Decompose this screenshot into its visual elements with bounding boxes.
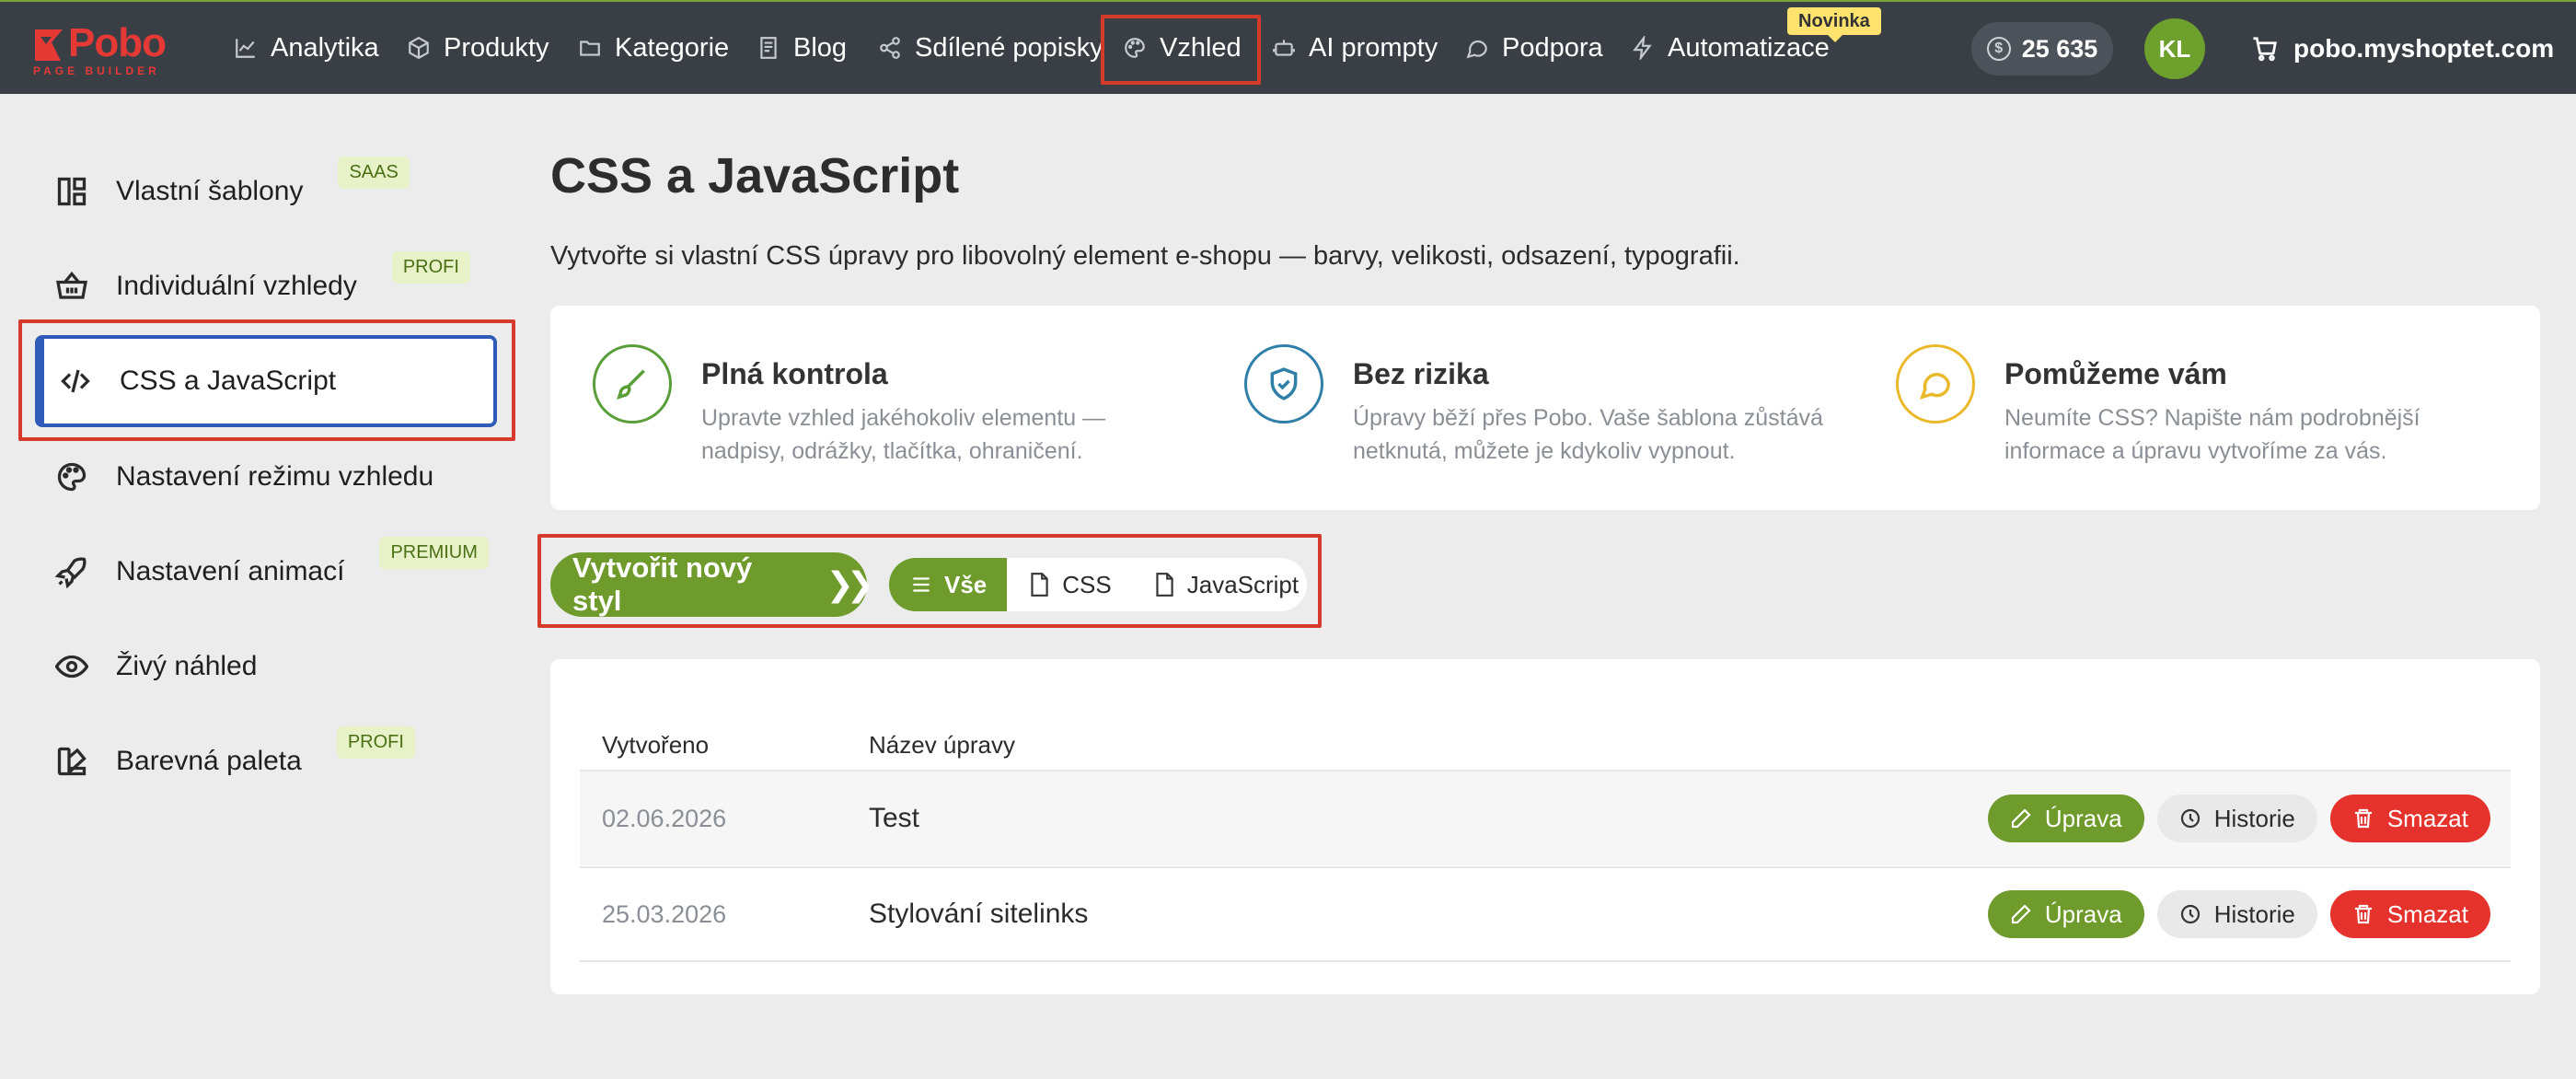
row-actions: Úprava Historie Smazat	[1987, 795, 2490, 842]
page-title: CSS a JavaScript	[550, 148, 960, 203]
history-button[interactable]: Historie	[2156, 890, 2317, 938]
feature-text: Úpravy běží přes Pobo. Vaše šablona zůst…	[1353, 405, 1823, 464]
clock-icon	[2180, 904, 2200, 924]
coin-icon: $	[1986, 37, 2011, 61]
edit-button[interactable]: Úprava	[1987, 890, 2144, 938]
eye-icon	[55, 655, 88, 679]
nav-item-kategorie[interactable]: Kategorie	[578, 22, 729, 74]
styles-table: Vytvořeno Název úpravy 02.06.2026 Test Ú…	[550, 659, 2540, 994]
profi-badge: PROFI	[336, 726, 415, 759]
row-actions: Úprava Historie Smazat	[1987, 890, 2490, 938]
row-name: Test	[869, 803, 920, 833]
sidebar-item-nastaveni-animaci[interactable]: Nastavení animací PREMIUM	[35, 528, 497, 616]
edit-button[interactable]: Úprava	[1987, 795, 2144, 842]
row-date: 25.03.2026	[602, 899, 727, 928]
create-style-button[interactable]: Vytvořit nový styl ❯❯	[550, 551, 874, 617]
chart-line-icon	[236, 39, 255, 58]
filter-css[interactable]: CSS	[1007, 558, 1131, 611]
feature-no-risk: Bez rizika Úpravy běží přes Pobo. Vaše š…	[1202, 344, 1828, 482]
swatch-icon	[57, 747, 87, 776]
box-icon	[409, 36, 429, 60]
trash-icon	[2354, 904, 2372, 924]
logo-word: Pobo	[68, 20, 167, 65]
feature-title: Bez rizika	[1353, 357, 1489, 390]
page-description: Vytvořte si vlastní CSS úpravy pro libov…	[550, 241, 1740, 271]
feature-text: Upravte vzhled jakéhokoliv elementu — na…	[701, 405, 1106, 464]
delete-button[interactable]: Smazat	[2329, 795, 2490, 842]
shop-link[interactable]: pobo.myshoptet.com	[2251, 22, 2554, 75]
premium-badge: PREMIUM	[379, 537, 489, 569]
css-file-icon	[1031, 573, 1048, 597]
bolt-icon	[1633, 36, 1652, 60]
pencil-icon	[2011, 904, 2031, 924]
robot-icon	[1273, 40, 1295, 56]
table-row: 25.03.2026 Stylování sitelinks Úprava Hi…	[580, 866, 2511, 962]
filter-group: Vše CSS JavaScript	[889, 558, 1307, 611]
nav-item-blog[interactable]: Blog	[757, 22, 847, 74]
feature-title: Plná kontrola	[701, 357, 888, 390]
feature-title: Pomůžeme vám	[2004, 357, 2227, 390]
filter-javascript[interactable]: JavaScript	[1132, 558, 1307, 611]
row-name: Stylování sitelinks	[869, 899, 1089, 929]
top-navigation: Pobo PAGE BUILDER Analytika Produkty Kat…	[0, 0, 2576, 94]
sidebar-item-zivy-nahled[interactable]: Živý náhled	[35, 622, 497, 711]
history-button[interactable]: Historie	[2156, 795, 2317, 842]
document-icon	[760, 37, 777, 59]
chat-bubble-icon	[1896, 344, 1975, 423]
user-avatar[interactable]: KL	[2144, 18, 2205, 79]
saas-badge: SAAS	[338, 157, 410, 189]
folder-icon	[580, 41, 600, 56]
vzhled-highlight-frame	[1101, 15, 1261, 85]
css-js-highlight-frame	[18, 319, 515, 441]
clock-icon	[2180, 808, 2200, 829]
logo-mark-icon	[35, 29, 63, 61]
nav-item-sdilene-popisky[interactable]: Sdílené popisky	[878, 22, 1103, 74]
column-created: Vytvořeno	[602, 731, 710, 759]
pencil-icon	[2011, 808, 2031, 829]
features-card: Plná kontrola Upravte vzhled jakéhokoliv…	[550, 306, 2540, 510]
new-badge: Novinka	[1787, 7, 1881, 42]
feature-full-control: Plná kontrola Upravte vzhled jakéhokoliv…	[550, 344, 1176, 482]
sidebar-item-individualni-vzhledy[interactable]: Individuální vzhledy PROFI	[35, 242, 497, 331]
column-name: Název úpravy	[869, 731, 1015, 759]
palette-icon	[57, 462, 87, 492]
nav-item-ai-prompty[interactable]: AI prompty	[1272, 22, 1438, 74]
brush-icon	[593, 344, 672, 423]
chat-icon	[1466, 40, 1487, 59]
layout-icon	[57, 177, 87, 206]
credits-pill[interactable]: $ 25 635	[1971, 22, 2113, 75]
shop-domain: pobo.myshoptet.com	[2293, 34, 2555, 63]
feature-we-help: Pomůžeme vám Neumíte CSS? Napište nám po…	[1854, 344, 2479, 482]
js-file-icon	[1156, 573, 1173, 597]
nav-item-podpora[interactable]: Podpora	[1465, 22, 1603, 74]
delete-button[interactable]: Smazat	[2329, 890, 2490, 938]
profi-badge: PROFI	[391, 251, 470, 284]
feature-text: Neumíte CSS? Napište nám podrobnější inf…	[2004, 405, 2420, 464]
cart-icon	[2253, 37, 2277, 62]
sidebar-item-vlastni-sablony[interactable]: Vlastní šablony SAAS	[35, 147, 497, 236]
trash-icon	[2354, 808, 2372, 829]
logo-subtitle: PAGE BUILDER	[33, 64, 160, 77]
row-date: 02.06.2026	[602, 804, 727, 832]
create-style-label: Vytvořit nový styl	[572, 551, 753, 617]
rocket-icon	[55, 557, 87, 588]
sidebar-item-barevna-paleta[interactable]: Barevná paleta PROFI	[35, 717, 497, 806]
double-chevron-right-icon: ❯❯	[826, 565, 874, 603]
nav-item-produkty[interactable]: Produkty	[407, 22, 549, 74]
pobo-logo[interactable]: Pobo PAGE BUILDER	[33, 20, 180, 77]
list-icon	[913, 577, 930, 592]
table-row: 02.06.2026 Test Úprava Historie Smazat	[580, 770, 2511, 865]
credits-value: 25 635	[2021, 34, 2098, 63]
sidebar-item-nastaveni-rezimu-vzhledu[interactable]: Nastavení režimu vzhledu	[35, 433, 497, 521]
share-icon	[880, 37, 900, 59]
nav-item-analytika[interactable]: Analytika	[234, 22, 379, 74]
basket-icon	[56, 271, 87, 299]
shield-check-icon	[1244, 344, 1323, 423]
filter-all[interactable]: Vše	[889, 558, 1008, 611]
table-header: Vytvořeno Název úpravy	[550, 714, 2540, 766]
